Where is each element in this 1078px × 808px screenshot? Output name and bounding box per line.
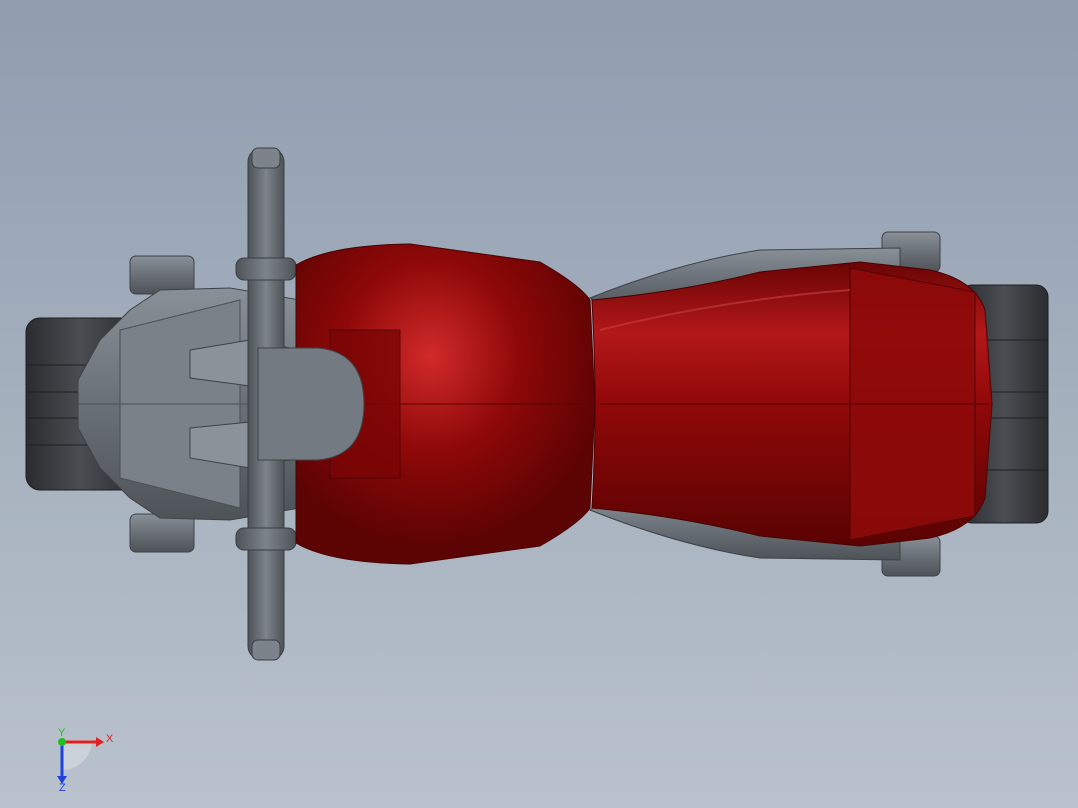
triad-x-label: X <box>106 733 114 745</box>
motorcycle-model[interactable] <box>0 0 1078 808</box>
triad-z-label: Z <box>59 782 66 792</box>
headlight <box>257 347 365 461</box>
triad-y-axis <box>58 738 66 746</box>
seat-body[interactable] <box>591 261 993 547</box>
triad-x-arrow <box>96 737 104 747</box>
triad-y-label: Y <box>58 728 66 739</box>
graphics-viewport[interactable]: X Y Z <box>0 0 1078 808</box>
triad-plane <box>62 740 92 770</box>
coordinate-triad: X Y Z <box>57 728 114 792</box>
